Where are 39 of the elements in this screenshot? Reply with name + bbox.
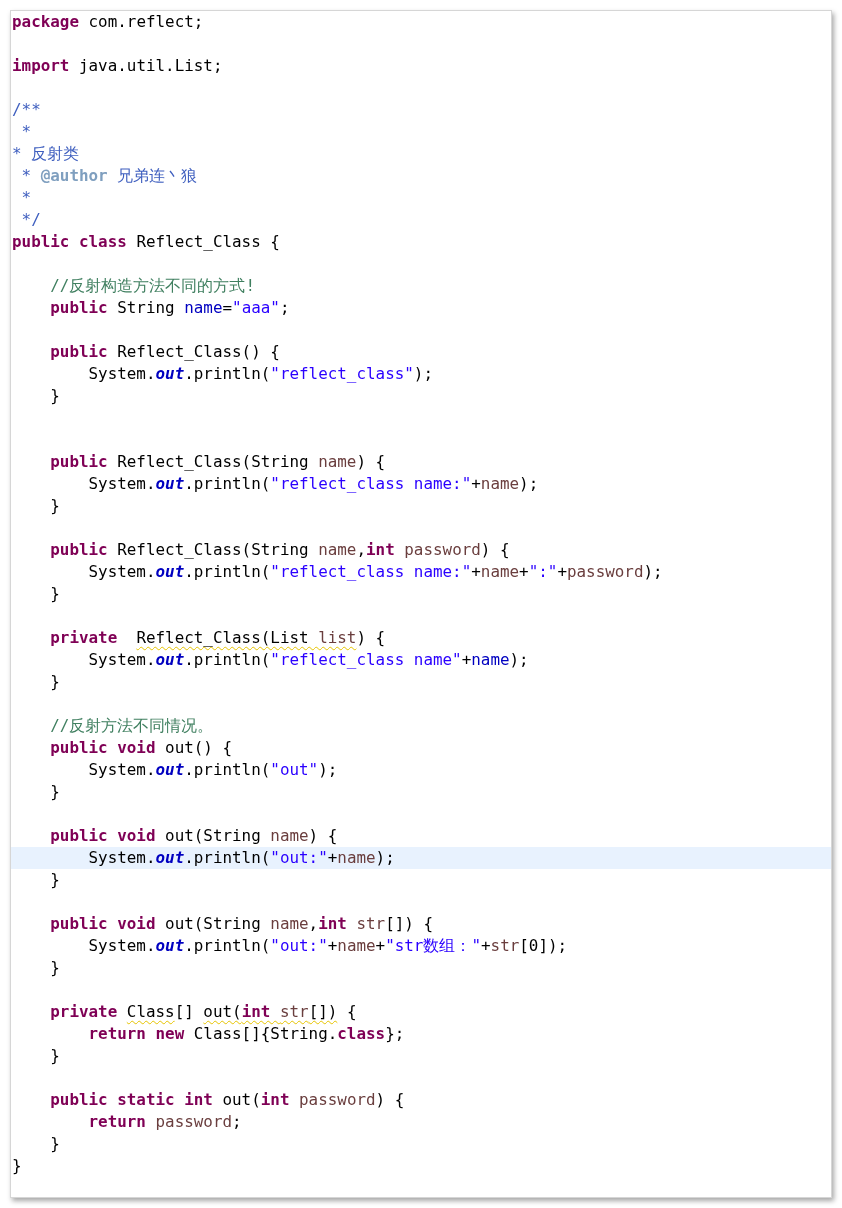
code-line: } — [49, 1133, 61, 1155]
code-line: } — [11, 1155, 23, 1177]
code-line: //反射方法不同情况。 — [49, 715, 215, 737]
code-line: System.out.println("reflect_class name"+name); — [87, 649, 530, 671]
code-line: System.out.println("reflect_class name:"+name+":"+password); — [87, 561, 664, 583]
code-line: package com.reflect; — [11, 11, 205, 33]
code-line: private Reflect_Class(List list) { — [49, 627, 387, 649]
code-line: * — [20, 187, 33, 209]
code-line: * — [20, 121, 33, 143]
code-line: public String name="aaa"; — [49, 297, 291, 319]
code-line: System.out.println("out"); — [87, 759, 339, 781]
code-line: * @author 兄弟连丶狼 — [20, 165, 199, 187]
code-line: } — [49, 869, 61, 891]
code-line: private Class[] out(int str[]) { — [49, 1001, 358, 1023]
code-line: } — [49, 583, 61, 605]
code-line: import java.util.List; — [11, 55, 224, 77]
code-line: * 反射类 — [11, 143, 81, 165]
code-line: } — [49, 1045, 61, 1067]
code-line: } — [49, 495, 61, 517]
code-line: public void out(String name) { — [49, 825, 339, 847]
code-line: public static int out(int password) { — [49, 1089, 406, 1111]
code-line: } — [49, 385, 61, 407]
code-line: //反射构造方法不同的方式! — [49, 275, 256, 297]
code-line: System.out.println("reflect_class"); — [87, 363, 434, 385]
code-line: } — [49, 957, 61, 979]
code-line: } — [49, 781, 61, 803]
code-line: public class Reflect_Class { — [11, 231, 281, 253]
code-line: System.out.println("reflect_class name:"+name); — [87, 473, 540, 495]
code-line: /** — [11, 99, 42, 121]
code-line: public void out() { — [49, 737, 234, 759]
code-line: public Reflect_Class(String name) { — [49, 451, 387, 473]
code-line: return new Class[]{String.class}; — [87, 1023, 406, 1045]
code-line: System.out.println("out:"+name+"str数组："+str[0]); — [87, 935, 569, 957]
code-line: */ — [20, 209, 42, 231]
code-line: return password; — [87, 1111, 243, 1133]
code-line: public void out(String name,int str[]) { — [49, 913, 434, 935]
code-line: public Reflect_Class(String name,int password) { — [49, 539, 511, 561]
code-line: } — [49, 671, 61, 693]
code-line: public Reflect_Class() { — [49, 341, 281, 363]
